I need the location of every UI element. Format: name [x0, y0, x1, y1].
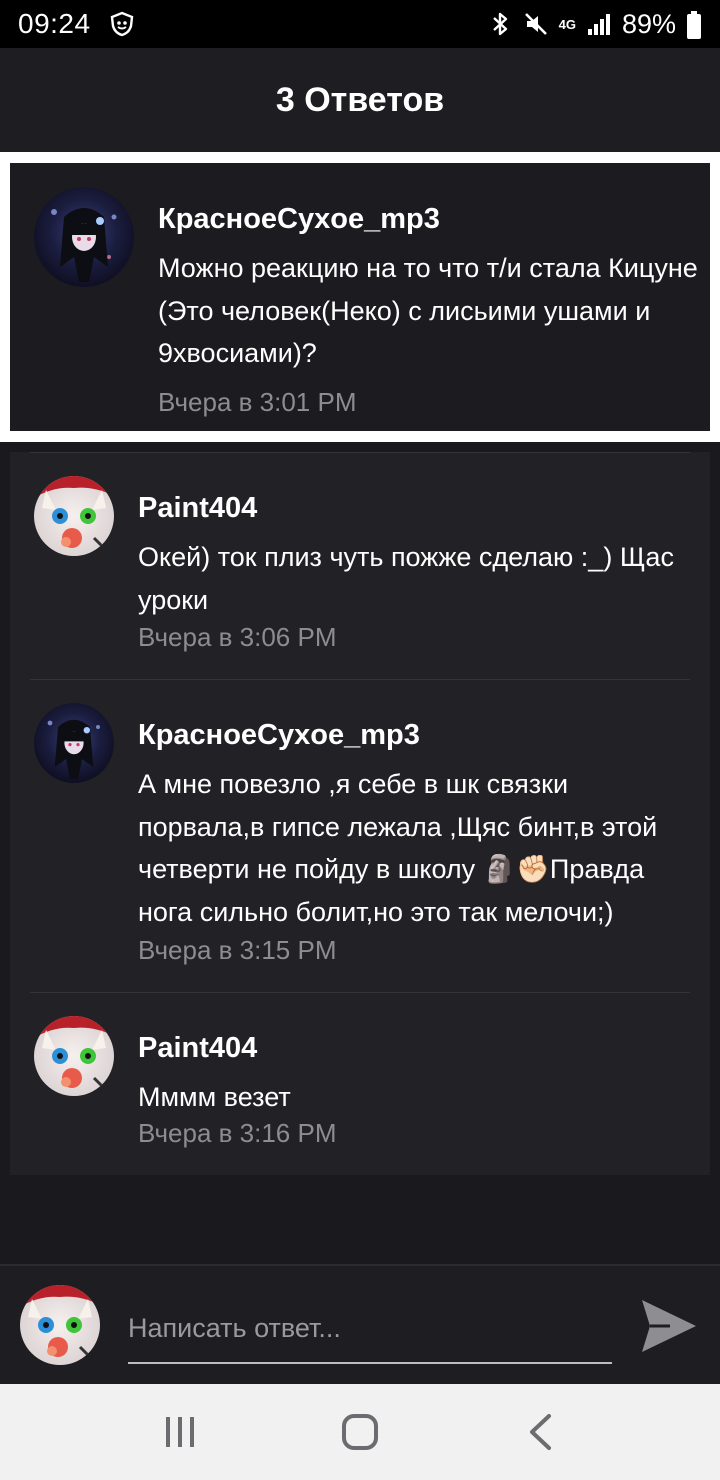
- avatar[interactable]: [34, 703, 114, 783]
- comment-time: Вчера в 3:15 PM: [138, 935, 337, 965]
- reply-item[interactable]: Paint404 Мммм везет Вчера в 3:16 PM: [10, 992, 710, 1175]
- system-nav-bar: [0, 1384, 720, 1480]
- back-icon: [530, 1414, 551, 1450]
- battery-icon: [686, 11, 702, 39]
- network-type-label: 4G: [558, 16, 576, 32]
- status-bar: 09:24 4G 89%: [0, 0, 720, 48]
- comment-text: Окей) ток плиз чуть пожже сделаю :_) Щас…: [138, 542, 674, 615]
- reply-item[interactable]: КраснoeCyxoe_mp3 А мне повезло ,я себе в…: [10, 679, 710, 992]
- send-button[interactable]: [640, 1298, 698, 1354]
- comment-time: Вчера в 3:16 PM: [138, 1118, 337, 1148]
- avatar[interactable]: [34, 476, 114, 556]
- home-button[interactable]: [330, 1402, 390, 1462]
- comment-time: Вчера в 3:06 PM: [138, 622, 337, 652]
- page-header: 3 Ответов: [0, 48, 720, 152]
- bluetooth-icon: [487, 11, 513, 37]
- replies-list: Paint404 Окей) ток плиз чуть пожже сдела…: [10, 452, 710, 1175]
- comment-text: Мммм везет: [138, 1082, 291, 1112]
- avatar[interactable]: [34, 1016, 114, 1096]
- status-time: 09:24: [18, 8, 91, 39]
- mute-icon: [523, 11, 549, 37]
- comment-text: Можно реакцию на то что т/и стала Кицуне…: [158, 253, 698, 368]
- comment-time: Вчера в 3:01 PM: [158, 387, 357, 417]
- back-button[interactable]: [510, 1402, 570, 1462]
- shield-notification-icon: [109, 11, 135, 37]
- parent-comment[interactable]: КраснoeCyxoe_mp3 Можно реакцию на то что…: [10, 163, 710, 431]
- parent-comment-frame: КраснoeCyxoe_mp3 Можно реакцию на то что…: [0, 152, 720, 442]
- home-icon: [342, 1414, 378, 1450]
- avatar[interactable]: [34, 187, 134, 287]
- recent-apps-button[interactable]: [150, 1402, 210, 1462]
- battery-percent: 89%: [621, 8, 676, 39]
- signal-icon: [586, 11, 612, 37]
- comment-author[interactable]: КраснoeCyxoe_mp3: [158, 203, 440, 236]
- comment-author[interactable]: КраснoeCyxoe_mp3: [138, 719, 420, 752]
- reply-composer: [0, 1264, 720, 1384]
- comment-author[interactable]: Paint404: [138, 492, 257, 525]
- avatar: [20, 1285, 100, 1365]
- send-icon: [642, 1300, 696, 1352]
- recent-apps-icon: [166, 1417, 194, 1447]
- reply-input[interactable]: [128, 1294, 612, 1364]
- comment-text: А мне повезло ,я себе в шк связки порвал…: [138, 769, 658, 927]
- page-title: 3 Ответов: [275, 80, 445, 119]
- comment-author[interactable]: Paint404: [138, 1032, 257, 1065]
- reply-item[interactable]: Paint404 Окей) ток плиз чуть пожже сдела…: [10, 452, 710, 679]
